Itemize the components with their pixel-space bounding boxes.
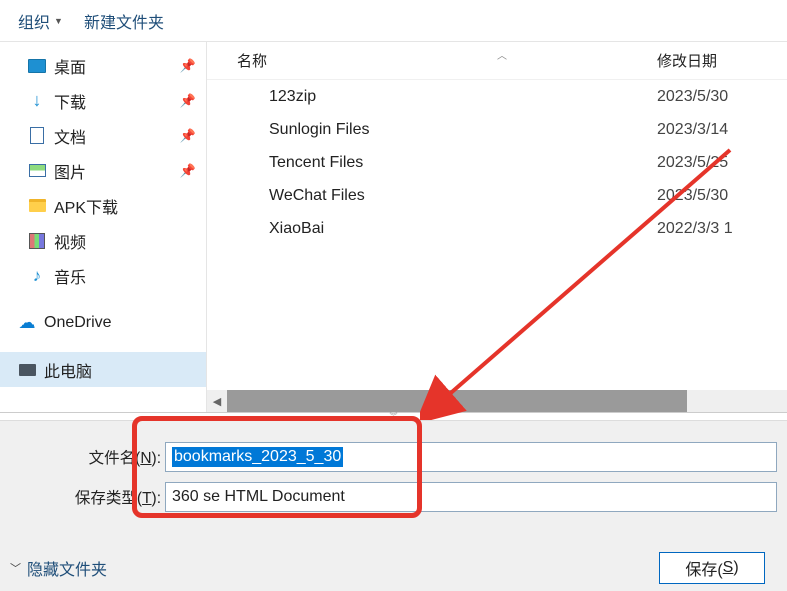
filename-row: 文件名(N): bookmarks_2023_5_30: [10, 441, 777, 473]
file-name: XiaoBai: [269, 220, 657, 238]
organize-menu[interactable]: 组织 ▼: [10, 5, 71, 37]
file-date: 2022/3/3 1: [657, 220, 787, 238]
file-date: 2023/5/30: [657, 187, 787, 205]
sidebar[interactable]: 桌面 📌 ↓ 下载 📌 文档 📌 图片 📌 APK下载 视频 ♪ 音乐: [0, 42, 207, 412]
download-icon: ↓: [28, 92, 46, 110]
column-name-label: 名称: [237, 50, 267, 71]
main-area: 桌面 📌 ↓ 下载 📌 文档 📌 图片 📌 APK下载 视频 ♪ 音乐: [0, 42, 787, 412]
folder-icon: [237, 121, 259, 139]
sidebar-item-label: 视频: [54, 229, 86, 253]
sidebar-item-music[interactable]: ♪ 音乐: [0, 258, 206, 293]
sort-indicator-icon: ︿: [497, 47, 507, 62]
horizontal-scrollbar[interactable]: ◀: [207, 390, 787, 412]
new-folder-button[interactable]: 新建文件夹: [76, 5, 172, 37]
music-icon: ♪: [28, 267, 46, 285]
filename-value: bookmarks_2023_5_30: [172, 447, 343, 467]
bottom-bar: ﹀ 隐藏文件夹 保存(S): [0, 544, 787, 591]
sidebar-item-label: 下载: [54, 89, 86, 113]
pin-icon: 📌: [180, 93, 196, 109]
pin-icon: 📌: [180, 163, 196, 179]
folder-icon: [237, 187, 259, 205]
sidebar-item-label: 桌面: [54, 54, 86, 78]
column-date-label: 修改日期: [657, 53, 717, 70]
file-date: 2023/5/25: [657, 154, 787, 172]
new-folder-label: 新建文件夹: [84, 9, 164, 33]
pc-icon: [18, 361, 36, 379]
document-icon: [28, 127, 46, 145]
cloud-icon: ☁: [18, 314, 36, 332]
hide-folders-toggle[interactable]: ﹀ 隐藏文件夹: [10, 556, 107, 580]
sidebar-item-thispc[interactable]: 此电脑: [0, 352, 206, 387]
file-date: 2023/5/30: [657, 88, 787, 106]
file-name: Sunlogin Files: [269, 121, 657, 139]
filetype-label: 保存类型(T):: [10, 486, 165, 508]
sidebar-item-label: 文档: [54, 124, 86, 148]
filename-input[interactable]: bookmarks_2023_5_30: [165, 442, 777, 472]
filetype-select[interactable]: 360 se HTML Document: [165, 482, 777, 512]
column-name[interactable]: 名称: [237, 50, 657, 71]
organize-label: 组织: [18, 9, 50, 33]
table-row[interactable]: 123zip 2023/5/30: [207, 80, 787, 113]
folder-icon: [237, 220, 259, 238]
column-header[interactable]: ︿ 名称 修改日期: [207, 42, 787, 80]
folder-icon: [237, 88, 259, 106]
video-icon: [28, 232, 46, 250]
save-button[interactable]: 保存(S): [659, 552, 765, 584]
column-date[interactable]: 修改日期: [657, 50, 787, 71]
pin-icon: 📌: [180, 128, 196, 144]
sidebar-item-onedrive[interactable]: ☁ OneDrive: [0, 305, 206, 340]
sidebar-item-label: 图片: [54, 159, 86, 183]
sidebar-item-label: 此电脑: [44, 358, 92, 382]
sidebar-item-pictures[interactable]: 图片 📌: [0, 153, 206, 188]
sidebar-item-apk[interactable]: APK下载: [0, 188, 206, 223]
scroll-left-icon[interactable]: ◀: [207, 390, 227, 412]
table-row[interactable]: WeChat Files 2023/5/30: [207, 179, 787, 212]
scroll-thumb[interactable]: [227, 390, 687, 412]
folder-icon: [28, 197, 46, 215]
filetype-row: 保存类型(T): 360 se HTML Document: [10, 481, 777, 513]
sidebar-item-documents[interactable]: 文档 📌: [0, 118, 206, 153]
save-form: 文件名(N): bookmarks_2023_5_30 保存类型(T): 360…: [0, 420, 787, 591]
file-name: 123zip: [269, 88, 657, 106]
pin-icon: 📌: [180, 58, 196, 74]
sidebar-item-downloads[interactable]: ↓ 下载 📌: [0, 83, 206, 118]
folder-icon: [237, 154, 259, 172]
table-row[interactable]: XiaoBai 2022/3/3 1: [207, 212, 787, 245]
file-list[interactable]: 123zip 2023/5/30 Sunlogin Files 2023/3/1…: [207, 80, 787, 390]
filename-label: 文件名(N):: [10, 446, 165, 468]
chevron-down-icon: ﹀: [10, 560, 21, 576]
desktop-icon: [28, 57, 46, 75]
resize-divider[interactable]: ︾: [0, 412, 787, 420]
file-name: WeChat Files: [269, 187, 657, 205]
sidebar-item-videos[interactable]: 视频: [0, 223, 206, 258]
table-row[interactable]: Tencent Files 2023/5/25: [207, 146, 787, 179]
file-name: Tencent Files: [269, 154, 657, 172]
hide-folders-label: 隐藏文件夹: [27, 556, 107, 580]
sidebar-item-desktop[interactable]: 桌面 📌: [0, 48, 206, 83]
sidebar-item-label: APK下载: [54, 194, 118, 218]
toolbar: 组织 ▼ 新建文件夹: [0, 0, 787, 42]
file-date: 2023/3/14: [657, 121, 787, 139]
sidebar-item-label: OneDrive: [44, 314, 112, 332]
table-row[interactable]: Sunlogin Files 2023/3/14: [207, 113, 787, 146]
sidebar-item-label: 音乐: [54, 264, 86, 288]
chevron-down-icon: ▼: [54, 16, 63, 26]
picture-icon: [28, 162, 46, 180]
filetype-value: 360 se HTML Document: [172, 488, 345, 506]
content-pane: ︿ 名称 修改日期 123zip 2023/5/30 Sunlogin File…: [207, 42, 787, 412]
